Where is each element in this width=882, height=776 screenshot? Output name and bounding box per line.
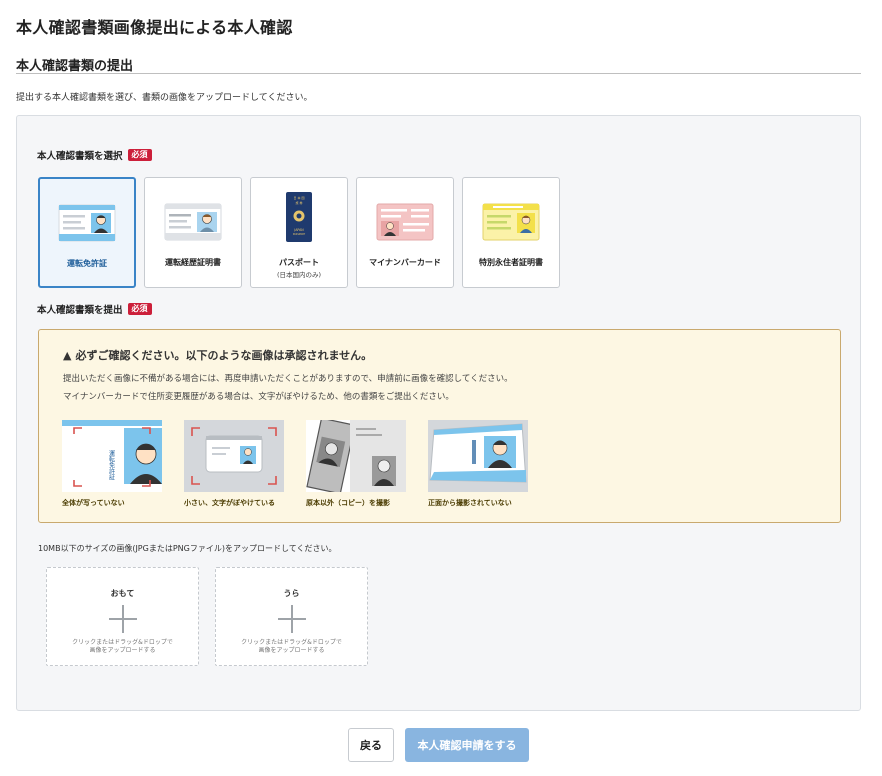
warning-line: マイナンバーカードで住所変更履歴がある場合は、文字がぼやけるため、他の書類をご提… (63, 392, 454, 402)
example-caption: 全体が写っていない (62, 499, 125, 507)
upload-back-dropzone[interactable]: うら クリックまたはドラッグ&ドロップで 画像をアップロードする (215, 567, 368, 666)
driving-history-certificate-icon (164, 203, 222, 241)
upload-note: 10MB以下のサイズの画像(JPGまたはPNGファイル)をアップロードしてくださ… (38, 544, 337, 553)
doc-option-label: 特別永住者証明書 (479, 258, 543, 267)
upload-hint-line: クリックまたはドラッグ&ドロップで (72, 639, 173, 646)
warning-title-row: ▲ 必ずご確認ください。以下のような画像は承認されません。 (63, 347, 372, 363)
drivers-license-icon (58, 204, 116, 242)
doc-option-driving-history-certificate[interactable]: 運転経歴証明書 (144, 177, 242, 288)
doc-option-special-permanent-resident-certificate[interactable]: 特別永住者証明書 (462, 177, 560, 288)
section-title: 本人確認書類の提出 (16, 59, 134, 74)
warning-title: 必ずご確認ください。以下のような画像は承認されません。 (75, 349, 373, 362)
back-button[interactable]: 戻る (348, 728, 394, 762)
warning-box: ▲ 必ずご確認ください。以下のような画像は承認されません。 提出いただく画像に不… (38, 329, 841, 523)
passport-name-text: JAPAN (293, 228, 304, 232)
example-small-blurry-image (184, 420, 284, 492)
example-card-text: 運転免許証 (108, 450, 115, 481)
example-small-blurry: 小さい、文字がぼやけている (184, 420, 284, 508)
document-type-options: 運転免許証 運転経歴証明書 日 本 国 旅 券 JAPAN PASSPORT パ… (38, 177, 560, 288)
submit-document-label: 本人確認書類を提出 (37, 305, 123, 316)
doc-option-label: 運転経歴証明書 (165, 258, 221, 267)
warning-line: 提出いただく画像に不備がある場合には、再度申請いただくことがありますので、申請前… (63, 374, 513, 384)
section-divider (16, 73, 861, 74)
upload-side-label: うら (283, 589, 300, 598)
upload-hint-line: 画像をアップロードする (258, 646, 325, 654)
doc-option-my-number-card[interactable]: マイナンバーカード (356, 177, 454, 288)
example-caption: 小さい、文字がぼやけている (184, 499, 275, 507)
upload-side-label: おもて (110, 589, 135, 598)
example-copy-image (306, 420, 406, 492)
intro-text: 提出する本人確認書類を選び、書類の画像をアップロードしてください。 (16, 93, 313, 103)
submit-verification-button[interactable]: 本人確認申請をする (405, 728, 529, 762)
upload-hint-line: クリックまたはドラッグ&ドロップで (241, 639, 342, 646)
submit-document-label-row: 本人確認書類を提出 必須 (37, 302, 152, 316)
upload-area: おもて クリックまたはドラッグ&ドロップで 画像をアップロードする うら クリッ… (46, 567, 368, 666)
upload-hint: クリックまたはドラッグ&ドロップで 画像をアップロードする (47, 639, 198, 654)
required-badge: 必須 (127, 302, 152, 316)
my-number-card-icon (376, 203, 434, 241)
upload-hint: クリックまたはドラッグ&ドロップで 画像をアップロードする (216, 639, 367, 654)
select-document-label: 本人確認書類を選択 (37, 151, 123, 162)
select-document-label-row: 本人確認書類を選択 必須 (37, 148, 152, 162)
rejected-examples: 運転免許証 全体が写っていない 小さい、文字がぼやけている 原本以外（コピー）を… (62, 420, 528, 508)
doc-option-label: 運転免許証 (67, 259, 107, 268)
example-not-frontal: 正面から撮影されていない (428, 420, 528, 508)
passport-icon: 日 本 国 旅 券 JAPAN PASSPORT (286, 192, 312, 242)
warning-icon: ▲ (63, 348, 72, 362)
passport-sub-text: PASSPORT (293, 233, 306, 236)
document-panel: 本人確認書類を選択 必須 運転免許証 運転経歴証明書 日 本 国 旅 券 JAP… (16, 115, 861, 711)
doc-option-drivers-license[interactable]: 運転免許証 (38, 177, 136, 288)
passport-country-text: 日 本 国 (294, 195, 305, 200)
doc-option-passport[interactable]: 日 本 国 旅 券 JAPAN PASSPORT パスポート (日本国内のみ) (250, 177, 348, 288)
passport-type-text: 旅 券 (296, 200, 303, 205)
page-title: 本人確認書類画像提出による本人確認 (16, 18, 293, 37)
example-caption: 正面から撮影されていない (428, 499, 512, 507)
plus-icon (277, 605, 306, 633)
doc-option-sublabel: (日本国内のみ) (276, 271, 322, 279)
example-not-fully-captured-image: 運転免許証 (62, 420, 162, 492)
required-badge: 必須 (127, 148, 152, 162)
example-not-frontal-image (428, 420, 528, 492)
upload-front-dropzone[interactable]: おもて クリックまたはドラッグ&ドロップで 画像をアップロードする (46, 567, 199, 666)
doc-option-label: パスポート (279, 258, 319, 267)
plus-icon (108, 605, 137, 633)
doc-option-label: マイナンバーカード (369, 258, 441, 267)
example-caption: 原本以外（コピー）を撮影 (306, 499, 390, 507)
example-copy-not-original: 原本以外（コピー）を撮影 (306, 420, 406, 508)
example-not-fully-captured: 運転免許証 全体が写っていない (62, 420, 162, 508)
upload-hint-line: 画像をアップロードする (89, 646, 156, 654)
special-permanent-resident-certificate-icon (482, 203, 540, 241)
